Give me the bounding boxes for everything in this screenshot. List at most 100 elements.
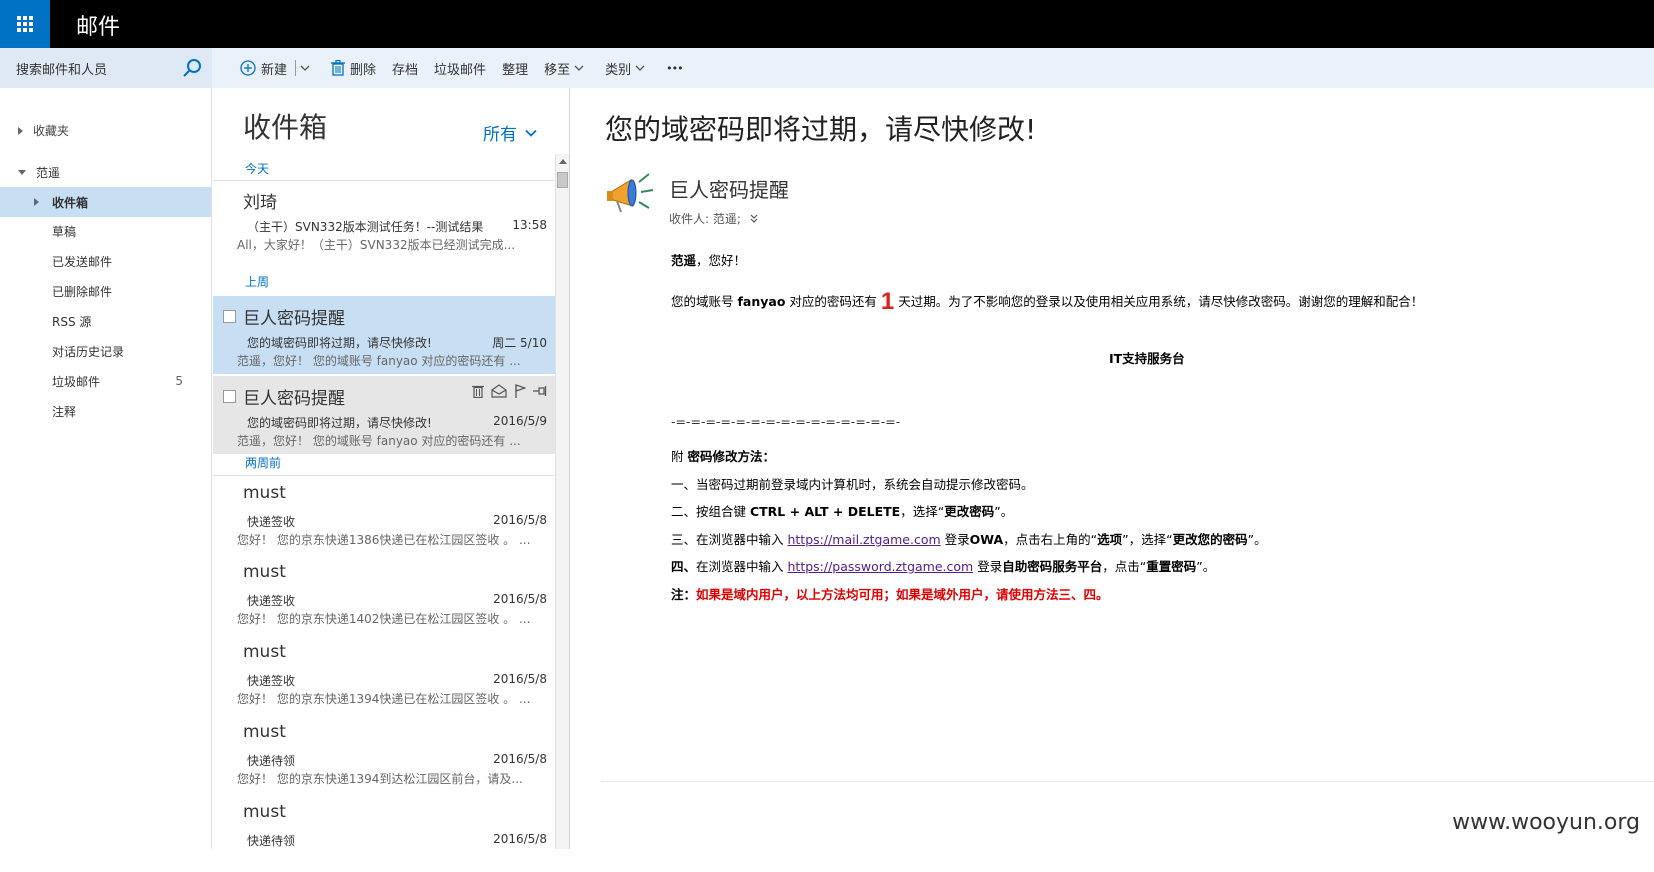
command-bar: 新建 删除 存档 垃圾邮件 整理 移至 类别 ••• xyxy=(212,48,1654,88)
message-subject: 快递待领 xyxy=(247,834,296,848)
categories-button[interactable]: 类别 xyxy=(605,59,650,78)
junk-button[interactable]: 垃圾邮件 xyxy=(434,59,486,78)
unread-count-badge: 5 xyxy=(175,374,183,388)
archive-button[interactable]: 存档 xyxy=(392,59,418,78)
delete-button[interactable]: 删除 xyxy=(331,59,376,78)
greeting-name: 范遥 xyxy=(671,253,697,268)
search-input[interactable]: 搜索邮件和人员 xyxy=(0,48,212,88)
message-item-selected[interactable]: 巨人密码提醒 您的域密码即将过期，请尽快修改! 周二 5/10 范遥，您好！ 您… xyxy=(213,296,555,374)
message-date: 2016/5/8 xyxy=(493,672,547,686)
new-button[interactable]: 新建 xyxy=(240,59,315,78)
favorites-label: 收藏夹 xyxy=(33,124,70,138)
sidebar-item-conversation-history[interactable]: 对话历史记录 xyxy=(0,336,211,366)
method-title: 密码修改方法： xyxy=(687,449,775,464)
app-launcher-button[interactable] xyxy=(0,0,50,48)
step-text: 在浏览器中输入 xyxy=(696,559,788,574)
sidebar-item-rss[interactable]: RSS 源 xyxy=(0,306,211,336)
mail-link[interactable]: https://mail.ztgame.com xyxy=(787,532,940,547)
group-header-last-week: 上周 xyxy=(245,275,270,289)
trash-icon[interactable] xyxy=(472,384,484,398)
expand-recipients-icon[interactable] xyxy=(749,213,759,225)
scroll-thumb[interactable] xyxy=(557,172,568,188)
recipient[interactable]: 范遥; xyxy=(713,210,741,227)
sidebar-item-label: 已发送邮件 xyxy=(52,254,113,269)
message-preview: 您好！ 您的京东快递1394快递已在松江园区签收 。 ... xyxy=(237,692,531,706)
flag-icon[interactable] xyxy=(514,384,526,398)
watermark: www.wooyun.org xyxy=(1452,810,1640,835)
step-4: 四、在浏览器中输入 https://password.ztgame.com 登录… xyxy=(671,556,1215,575)
message-subject: 快递签收 xyxy=(247,674,296,688)
filter-dropdown[interactable]: 所有 xyxy=(483,120,537,145)
quick-actions xyxy=(472,384,547,398)
notice-text: 天过期。为了不影响您的登录以及使用相关应用系统，请尽快修改密码。谢谢您的理解和配… xyxy=(894,294,1424,309)
sweep-button[interactable]: 整理 xyxy=(502,59,528,78)
sidebar-item-junk[interactable]: 垃圾邮件 5 xyxy=(0,366,211,396)
step-text: ”。 xyxy=(1247,532,1267,547)
step-text: 选项 xyxy=(1097,532,1123,547)
expand-arrow-icon[interactable] xyxy=(34,198,39,206)
chevron-down-icon[interactable] xyxy=(300,64,310,72)
top-bar: 邮件 xyxy=(0,0,1654,48)
search-icon[interactable] xyxy=(182,58,202,78)
folder-title: 收件箱 xyxy=(243,111,328,144)
step-2: 二、按组合键 CTRL + ALT + DELETE，选择“更改密码”。 xyxy=(671,501,1013,520)
step-text: ”。 xyxy=(1196,559,1216,574)
account-node[interactable]: 范遥 xyxy=(18,164,60,181)
select-checkbox[interactable] xyxy=(223,390,236,403)
collapse-arrow-icon[interactable] xyxy=(18,170,26,175)
pin-icon[interactable] xyxy=(533,384,547,398)
message-item[interactable]: must 快递待领 2016/5/8 xyxy=(213,794,555,872)
message-item[interactable]: 刘琦 （主干）SVN332版本测试任务！--测试结果 13:58 All，大家好… xyxy=(213,180,555,258)
password-link[interactable]: https://password.ztgame.com xyxy=(788,559,974,574)
message-preview: 您好！ 您的京东快递1386快递已在松江园区签收 。 ... xyxy=(237,533,531,547)
expand-arrow-icon[interactable] xyxy=(18,126,23,135)
group-header-today: 今天 xyxy=(245,162,270,176)
account-name: fanyao xyxy=(737,294,786,309)
trash-icon xyxy=(331,60,346,76)
vertical-scrollbar[interactable] xyxy=(555,154,569,849)
message-sender: 巨人密码提醒 xyxy=(243,389,345,409)
message-preview: 您好！ 您的京东快递1394到达松江园区前台，请及... xyxy=(237,772,523,786)
sidebar-item-inbox[interactable]: 收件箱 xyxy=(0,187,211,217)
divider xyxy=(295,60,297,76)
move-to-button[interactable]: 移至 xyxy=(544,59,589,78)
favorites-node[interactable]: 收藏夹 xyxy=(18,122,69,139)
signature: IT支持服务台 xyxy=(1109,351,1185,366)
step-text: 重置密码 xyxy=(1146,559,1197,574)
note-prefix: 注： xyxy=(671,587,697,602)
message-item[interactable]: must 快递签收 2016/5/8 您好！ 您的京东快递1402快递已在松江园… xyxy=(213,554,555,632)
sidebar-item-notes[interactable]: 注释 xyxy=(0,396,211,426)
sweep-label: 整理 xyxy=(502,62,529,78)
note: 注：如果是域内用户，以上方法均可用；如果是域外用户，请使用方法三、四。 xyxy=(671,584,1109,603)
step-text: 二、按组合键 xyxy=(671,504,750,519)
reading-pane: 您的域密码即将过期，请尽快修改! 巨人密码提醒 收件人: 范遥; 范遥，您好！ … xyxy=(571,88,1654,849)
step-text: 三、在浏览器中输入 xyxy=(671,532,788,547)
more-ellipsis-icon: ••• xyxy=(666,61,683,75)
message-subject: 您的域密码即将过期，请尽快修改! xyxy=(247,336,432,350)
message-sender: 刘琦 xyxy=(243,193,277,213)
message-subject: 快递待领 xyxy=(247,754,296,768)
select-checkbox[interactable] xyxy=(223,310,236,323)
message-list: 收件箱 所有 今天 刘琦 （主干）SVN332版本测试任务！--测试结果 13:… xyxy=(213,88,570,849)
sidebar-item-label: 已删除邮件 xyxy=(52,284,113,299)
step-text: 登录 xyxy=(973,559,1003,574)
message-date: 2016/5/8 xyxy=(493,513,547,527)
more-button[interactable]: ••• xyxy=(666,61,683,75)
sidebar-item-drafts[interactable]: 草稿 xyxy=(0,216,211,246)
sidebar-item-label: 草稿 xyxy=(52,224,77,239)
sidebar-item-deleted[interactable]: 已删除邮件 xyxy=(0,276,211,306)
account-label: 范遥 xyxy=(36,166,61,180)
divider xyxy=(601,781,1654,782)
mark-read-icon[interactable] xyxy=(491,384,507,398)
message-item[interactable]: must 快递待领 2016/5/8 您好！ 您的京东快递1394到达松江园区前… xyxy=(213,714,555,792)
message-sender: must xyxy=(243,562,286,582)
step-text: ，点击“ xyxy=(1102,559,1147,574)
message-item[interactable]: must 快递签收 2016/5/8 您好！ 您的京东快递1394快递已在松江园… xyxy=(213,634,555,712)
message-item[interactable]: 巨人密码提醒 您的域密码即将过期，请尽快修改! 2016/5/9 范遥，您好！ xyxy=(213,376,555,454)
step-text: ，点击右上角的“ xyxy=(1003,532,1098,547)
recipients-line: 收件人: 范遥; xyxy=(669,210,759,227)
megaphone-icon xyxy=(607,173,654,213)
scroll-up-icon[interactable] xyxy=(559,159,567,164)
sidebar-item-sent[interactable]: 已发送邮件 xyxy=(0,246,211,276)
message-item[interactable]: must 快递签收 2016/5/8 您好！ 您的京东快递1386快递已在松江园… xyxy=(213,475,555,553)
